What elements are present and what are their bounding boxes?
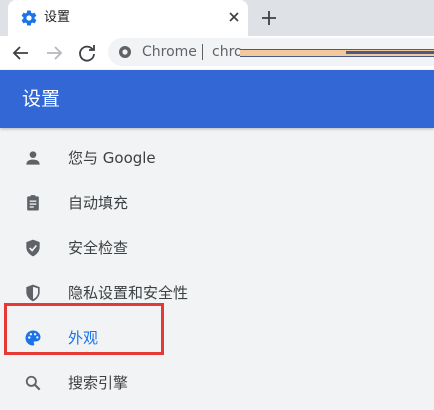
sidebar-item-label: 自动填充	[68, 194, 129, 212]
tab-title: 设置	[44, 10, 71, 25]
tab-strip: 设置	[0, 0, 434, 36]
page-title: 设置	[22, 88, 61, 110]
settings-header: 设置	[0, 70, 434, 128]
sidebar-item-label: 您与 Google	[68, 149, 156, 167]
sidebar-item-label: 安全检查	[68, 239, 129, 257]
shield-check-icon	[26, 239, 40, 257]
settings-tab[interactable]: 设置	[8, 0, 248, 36]
reload-icon[interactable]	[76, 42, 98, 64]
sidebar-item-search-engine[interactable]: 搜索引擎	[0, 362, 434, 402]
search-icon	[25, 375, 41, 391]
gear-icon	[21, 10, 37, 26]
chip-divider	[202, 44, 203, 60]
site-chip: Chrome	[142, 44, 197, 60]
forward-arrow-icon[interactable]	[43, 42, 65, 64]
sidebar-item-safety-check[interactable]: 安全检查	[0, 227, 434, 267]
new-tab-plus-icon[interactable]	[259, 8, 279, 28]
clipboard-icon	[27, 195, 39, 211]
close-icon[interactable]	[226, 9, 242, 25]
sidebar-item-you-and-google[interactable]: 您与 Google	[0, 137, 434, 177]
chrome-site-icon	[119, 46, 131, 58]
back-arrow-icon[interactable]	[10, 42, 32, 64]
browser-toolbar: Chrome chro	[0, 36, 434, 70]
redaction-mark-line	[346, 51, 434, 54]
person-icon	[26, 151, 40, 165]
sidebar-item-label: 隐私设置和安全性	[68, 284, 189, 302]
address-bar[interactable]: Chrome chro	[108, 38, 434, 66]
annotation-highlight-box	[4, 303, 164, 355]
sidebar-item-autofill[interactable]: 自动填充	[0, 182, 434, 222]
privacy-shield-icon	[26, 284, 40, 302]
url-text: chro	[212, 44, 243, 60]
sidebar-item-label: 搜索引擎	[68, 374, 129, 392]
